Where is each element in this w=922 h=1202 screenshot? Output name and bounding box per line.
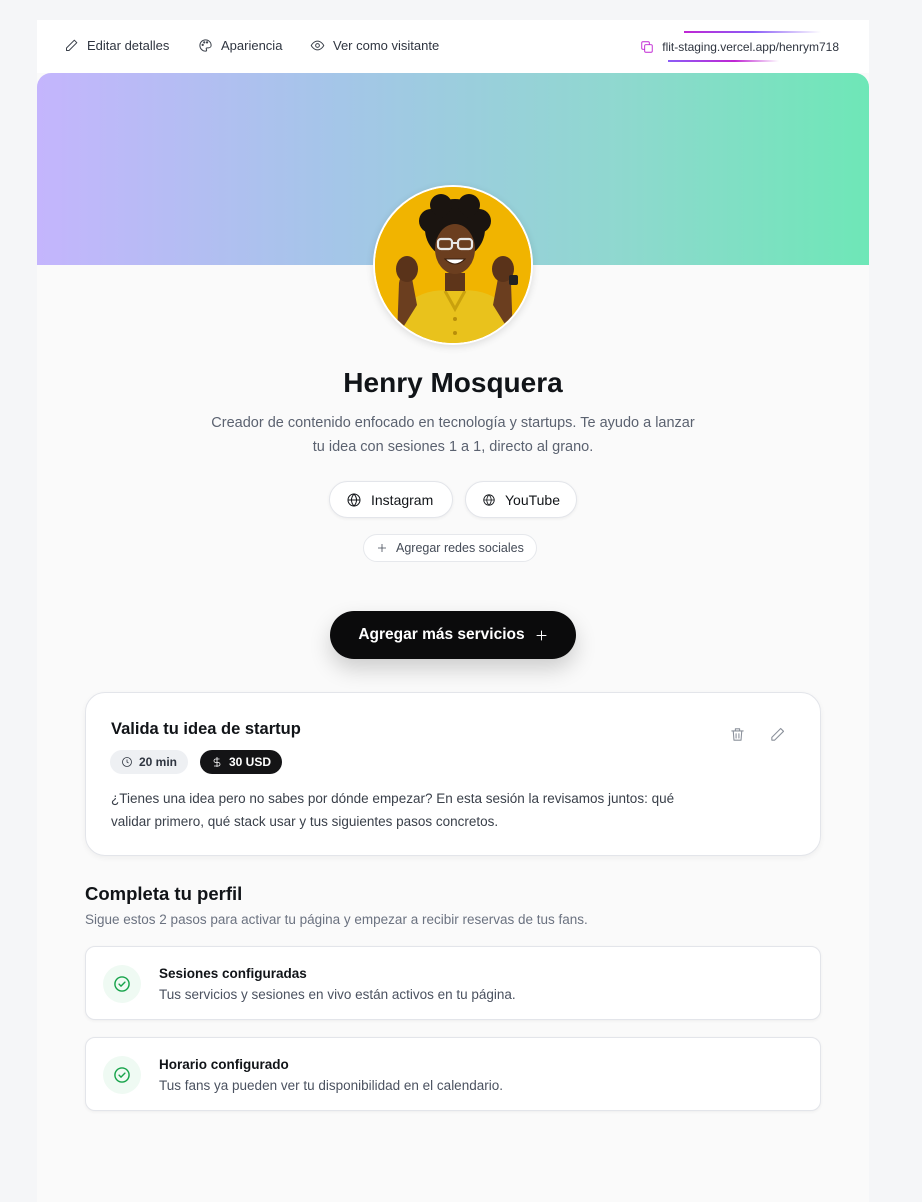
plus-icon [378, 544, 386, 552]
step-title: Sesiones configuradas [159, 966, 307, 981]
profile-name: Henry Mosquera [343, 367, 563, 398]
profile-url-text: flit-staging.vercel.app/henrym718 [662, 39, 839, 54]
service-description-line: validar primero, qué stack usar y tus si… [111, 814, 499, 829]
appearance-button[interactable]: Apariencia [198, 38, 282, 53]
social-link-label: Instagram [371, 491, 434, 508]
top-toolbar: Editar detalles Apariencia Ver como visi… [37, 20, 869, 73]
step-sessions-configured: Sesiones configuradas Tus servicios y se… [85, 946, 821, 1020]
pencil-icon [771, 727, 785, 741]
avatar-illustration [375, 187, 531, 343]
social-link-instagram[interactable]: Instagram [329, 481, 453, 518]
profile-bio-line: tu idea con sesiones 1 a 1, directo al g… [312, 439, 594, 455]
price-badge: 30 USD [200, 750, 283, 774]
step-description: Tus fans ya pueden ver tu disponibilidad… [159, 1078, 503, 1093]
step-status [103, 965, 141, 1003]
check-circle-icon [114, 1067, 130, 1083]
appearance-label: Apariencia [221, 38, 283, 53]
globe-icon [483, 493, 495, 506]
add-services-label: Agregar más servicios [358, 626, 525, 643]
profile-url-copy[interactable]: flit-staging.vercel.app/henrym718 [640, 31, 839, 62]
pencil-icon [66, 39, 78, 51]
step-schedule-configured: Horario configurado Tus fans ya pueden v… [85, 1037, 821, 1111]
social-link-youtube[interactable]: YouTube [465, 481, 577, 518]
clock-icon [122, 757, 132, 767]
service-title: Valida tu idea de startup [111, 720, 301, 738]
complete-profile-title: Completa tu perfil [85, 883, 243, 904]
service-description: ¿Tienes una idea pero no sabes por dónde… [111, 787, 731, 833]
complete-profile-subtitle: Sigue estos 2 pasos para activar tu pági… [85, 912, 588, 927]
eye-icon [310, 40, 325, 51]
edit-service-button[interactable] [769, 726, 789, 746]
profile-editor-page: Editar detalles Apariencia Ver como visi… [37, 20, 869, 1202]
view-as-visitor-button[interactable]: Ver como visitante [310, 38, 439, 53]
profile-bio-line: Creador de contenido enfocado en tecnolo… [211, 415, 695, 431]
check-circle-icon [114, 976, 130, 992]
delete-service-button[interactable] [729, 726, 749, 746]
add-social-label: Agregar redes sociales [396, 541, 524, 555]
duration-text: 20 min [139, 755, 178, 769]
view-as-visitor-label: Ver como visitante [333, 38, 440, 53]
step-title: Horario configurado [159, 1057, 289, 1072]
edit-details-button[interactable]: Editar detalles [64, 38, 169, 53]
dollar-icon [213, 757, 221, 767]
edit-details-label: Editar detalles [87, 38, 170, 53]
plus-icon [536, 630, 547, 640]
palette-icon [199, 39, 212, 52]
profile-bio: Creador de contenido enfocado en tecnolo… [193, 411, 713, 459]
step-status [103, 1056, 141, 1094]
social-link-label: YouTube [504, 491, 560, 508]
url-accent-line-bottom [668, 60, 779, 62]
add-services-button[interactable]: Agregar más servicios [330, 611, 576, 659]
avatar [373, 185, 533, 345]
duration-badge: 20 min [110, 750, 189, 774]
add-social-button[interactable]: Agregar redes sociales [363, 534, 537, 562]
service-description-line: ¿Tienes una idea pero no sabes por dónde… [111, 791, 675, 806]
price-text: 30 USD [229, 755, 272, 769]
step-description: Tus servicios y sesiones en vivo están a… [159, 987, 516, 1002]
globe-icon [347, 492, 361, 507]
copy-icon [641, 40, 653, 53]
service-card[interactable]: Valida tu idea de startup 20 min 30 USD … [85, 692, 821, 856]
url-accent-line-top [684, 31, 821, 33]
trash-icon [731, 728, 744, 741]
